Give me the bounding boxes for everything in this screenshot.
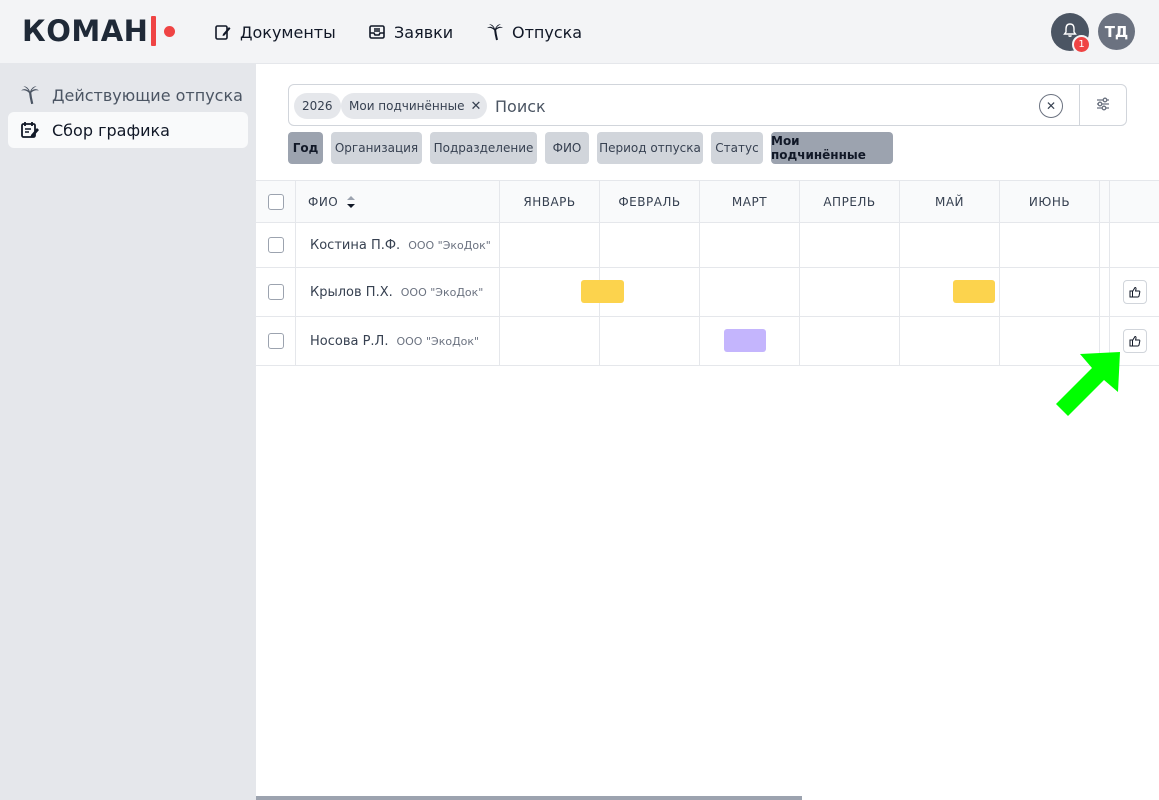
filter-fio-button[interactable]: ФИО [545, 132, 589, 164]
user-avatar[interactable]: ТД [1098, 13, 1135, 50]
logo-bracket-mark [151, 16, 157, 46]
close-icon: ✕ [1045, 99, 1057, 113]
employee-name: Носова Р.Л. [310, 333, 389, 349]
employee-name: Крылов П.Х. [310, 284, 393, 300]
row-checkbox-cell [256, 268, 296, 316]
filter-department-button[interactable]: Подразделение [430, 132, 537, 164]
sort-icon[interactable] [346, 195, 356, 209]
employee-org: ООО "ЭкоДок" [396, 334, 480, 348]
employee-org: ООО "ЭкоДок" [408, 238, 491, 252]
vacation-schedule-table: ФИО ЯНВАРЬ ФЕВРАЛЬ МАРТ АПРЕЛЬ МАЙ ИЮНЬ … [256, 180, 1159, 366]
filter-vacation-period-button[interactable]: Период отпуска [597, 132, 703, 164]
chip-label: Мои подчинённые [349, 99, 465, 113]
palm-tree-icon [486, 23, 504, 41]
thumbs-up-icon [1129, 283, 1141, 302]
month-cell [800, 317, 900, 365]
column-header-february: ФЕВРАЛЬ [600, 181, 700, 223]
column-header-fio[interactable]: ФИО [296, 181, 500, 223]
month-cell [700, 223, 800, 267]
logo-dot-mark [164, 25, 176, 37]
sidebar-item-active-vacations[interactable]: Действующие отпуска [8, 77, 248, 113]
month-cell [600, 317, 700, 365]
filter-my-subordinates-button[interactable]: Мои подчинённые [771, 132, 893, 164]
row-checkbox-cell [256, 223, 296, 267]
document-edit-icon [214, 23, 232, 41]
month-cell [1100, 268, 1110, 316]
filter-organization-button[interactable]: Организация [331, 132, 422, 164]
month-cell [700, 268, 800, 316]
filter-year-button[interactable]: Год [288, 132, 323, 164]
vacation-period-bar[interactable] [724, 329, 766, 352]
search-bar: 2026 Мои подчинённые ✕ ✕ [288, 84, 1127, 126]
month-cell [500, 317, 600, 365]
table-row[interactable]: Крылов П.Х. ООО "ЭкоДок" [256, 268, 1159, 317]
column-header-march: МАРТ [700, 181, 800, 223]
filter-settings-button[interactable] [1091, 95, 1115, 117]
employee-cell: Костина П.Ф. ООО "ЭкоДок" [296, 223, 500, 267]
approve-button[interactable] [1123, 280, 1147, 304]
sliders-icon [1095, 96, 1111, 116]
month-cell [900, 317, 1000, 365]
column-header-january: ЯНВАРЬ [500, 181, 600, 223]
sidebar-item-schedule-collection[interactable]: Сбор графика [8, 112, 248, 148]
thumbs-up-icon [1129, 332, 1141, 351]
pointer-arrow-icon [1052, 348, 1124, 420]
month-cell [500, 223, 600, 267]
clear-search-button[interactable]: ✕ [1039, 94, 1063, 118]
divider [1079, 85, 1080, 125]
filter-chip-subordinates[interactable]: Мои подчинённые ✕ [341, 93, 488, 119]
month-cell [600, 223, 700, 267]
chip-label: 2026 [302, 99, 333, 113]
horizontal-scrollbar[interactable] [256, 796, 802, 800]
month-cell [800, 268, 900, 316]
column-header-may: МАЙ [900, 181, 1000, 223]
approve-button[interactable] [1123, 329, 1147, 353]
column-header-april: АПРЕЛЬ [800, 181, 900, 223]
table-header: ФИО ЯНВАРЬ ФЕВРАЛЬ МАРТ АПРЕЛЬ МАЙ ИЮНЬ [256, 180, 1159, 223]
remove-chip-icon[interactable]: ✕ [470, 99, 481, 114]
nav-requests-label: Заявки [394, 22, 454, 42]
inbox-icon [368, 23, 386, 41]
sidebar-item-label: Действующие отпуска [52, 85, 243, 105]
sidebar-item-label: Сбор графика [52, 120, 170, 140]
palm-tree-icon [20, 85, 40, 105]
vacation-period-bar[interactable] [581, 280, 624, 303]
employee-cell: Крылов П.Х. ООО "ЭкоДок" [296, 268, 500, 316]
table-row[interactable]: Костина П.Ф. ООО "ЭкоДок" [256, 223, 1159, 268]
logo-text: КОМАН [22, 14, 149, 48]
column-header-june: ИЮНЬ [1000, 181, 1100, 223]
month-cell [800, 223, 900, 267]
filter-status-button[interactable]: Статус [711, 132, 763, 164]
column-header-extra [1100, 181, 1110, 223]
top-header: КОМАН Документы Заявки Отпуска 1 ТД [0, 0, 1159, 64]
month-cell [1000, 268, 1100, 316]
sidebar: Действующие отпуска Сбор графика [0, 64, 256, 800]
vacation-period-bar[interactable] [953, 280, 995, 303]
nav-documents-label: Документы [240, 22, 336, 42]
month-cell [900, 223, 1000, 267]
nav-vacations-label: Отпуска [512, 22, 583, 42]
column-header-label: ФИО [308, 195, 339, 209]
header-checkbox-cell [256, 181, 296, 223]
employee-org: ООО "ЭкоДок" [400, 285, 484, 299]
nav-vacations[interactable]: Отпуска [486, 0, 582, 64]
search-input[interactable] [495, 95, 1015, 117]
employee-name: Костина П.Ф. [310, 237, 401, 253]
calendar-edit-icon [20, 120, 40, 140]
employee-cell: Носова Р.Л. ООО "ЭкоДок" [296, 317, 500, 365]
filter-chip-year[interactable]: 2026 [294, 93, 341, 119]
nav-requests[interactable]: Заявки [368, 0, 453, 64]
nav-documents[interactable]: Документы [214, 0, 336, 64]
month-cell [1000, 223, 1100, 267]
app-logo[interactable]: КОМАН [22, 13, 176, 49]
table-row[interactable]: Носова Р.Л. ООО "ЭкоДок" [256, 317, 1159, 366]
notifications-count-badge: 1 [1072, 35, 1091, 54]
row-checkbox-cell [256, 317, 296, 365]
month-cell [1100, 223, 1110, 267]
